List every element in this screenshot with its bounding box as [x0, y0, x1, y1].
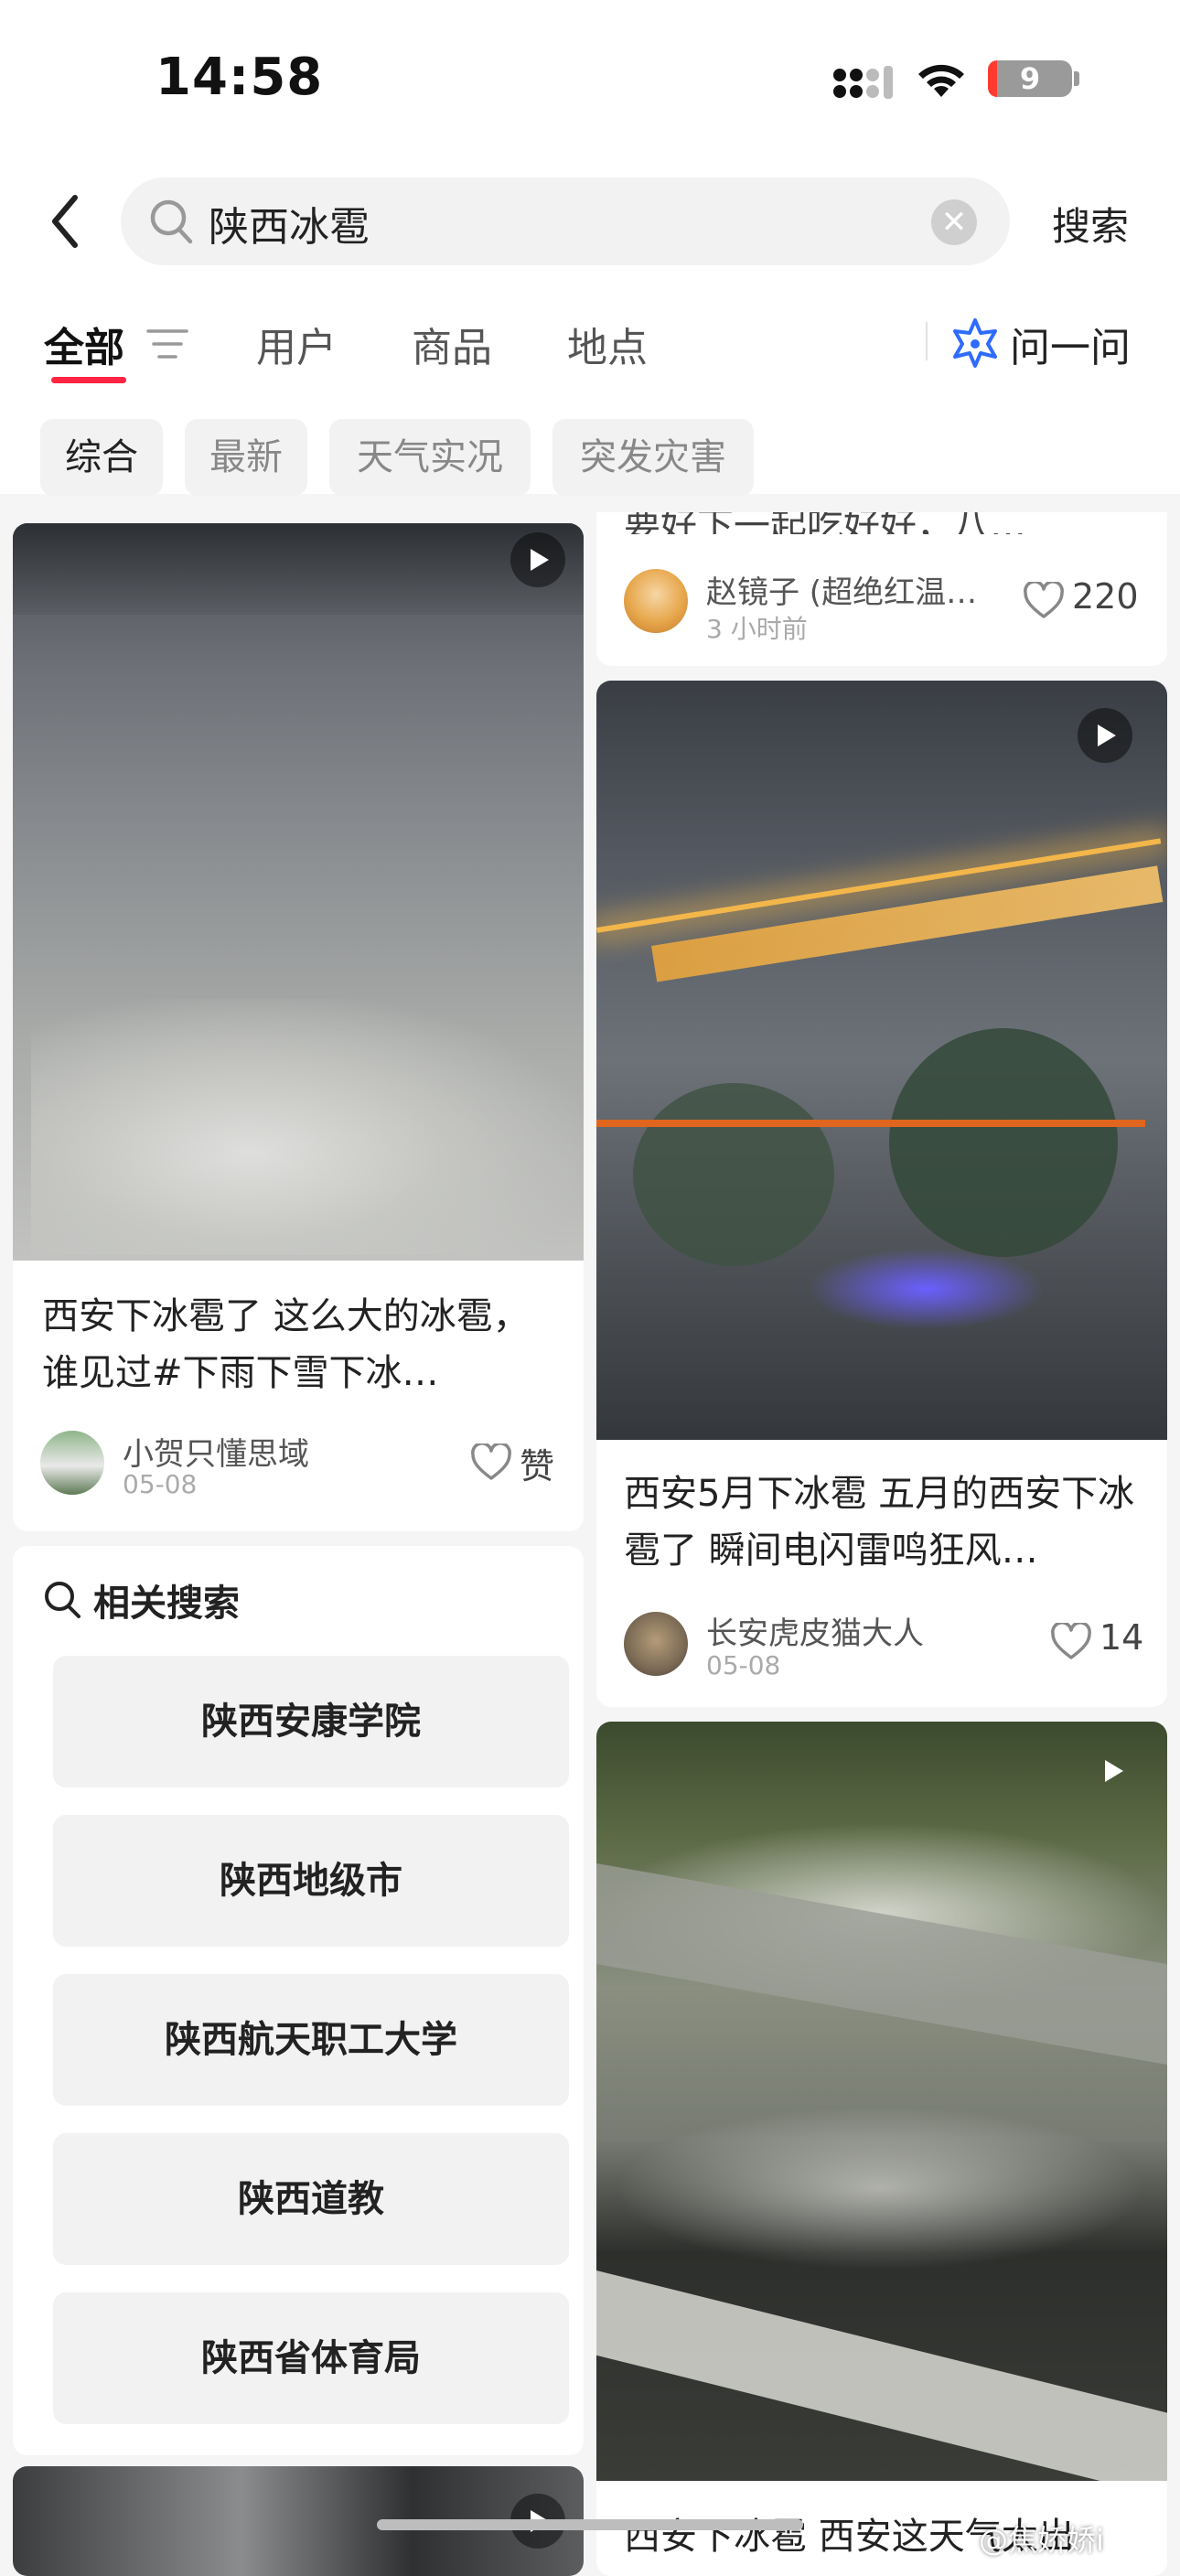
- cover-shade: [13, 523, 584, 615]
- related-search-heading: 相关搜索: [93, 1583, 240, 1625]
- note-title[interactable]: 西安下冰雹了 这么大的冰雹，谁见过#下雨下雪下冰…: [42, 1288, 554, 1401]
- ask-ai-icon[interactable]: [949, 317, 1001, 368]
- heart-icon[interactable]: [1023, 580, 1065, 620]
- related-search-card: 相关搜索 陕西安康学院 陕西地级市 陕西航天职工大学 陕西道教 陕西省体育局: [13, 1546, 584, 2455]
- clear-search-button[interactable]: ✕: [931, 199, 977, 245]
- author-name[interactable]: 小贺只懂思域: [123, 1429, 309, 1474]
- hail-scatter: [615, 2106, 1145, 2270]
- note-date: 3 小时前: [706, 614, 808, 644]
- like-count: 14: [1100, 1617, 1144, 1658]
- filter-chip-comprehensive[interactable]: 综合: [40, 419, 163, 496]
- filter-icon[interactable]: [146, 326, 188, 362]
- tree: [633, 1083, 834, 1266]
- tree: [889, 1028, 1118, 1257]
- author-avatar[interactable]: [40, 1431, 104, 1495]
- like-count: 220: [1072, 576, 1139, 617]
- search-icon: [146, 196, 196, 247]
- related-search-item[interactable]: 陕西安康学院: [53, 1656, 569, 1787]
- note-title-fragment[interactable]: 要好下一起吃好好，八…: [624, 512, 1136, 534]
- tab-all[interactable]: 全部: [44, 315, 124, 373]
- note-cover-video[interactable]: [13, 523, 584, 1261]
- cellular-signal-icon: [832, 64, 895, 101]
- close-icon: ✕: [940, 204, 968, 241]
- related-search-item[interactable]: 陕西航天职工大学: [53, 1974, 569, 2106]
- note-title[interactable]: 西安5月下冰雹 五月的西安下冰雹了 瞬间电闪雷鸣狂风…: [624, 1465, 1142, 1579]
- author-avatar[interactable]: [624, 1612, 688, 1676]
- tab-places[interactable]: 地点: [567, 315, 648, 373]
- search-submit-button[interactable]: 搜索: [1052, 196, 1129, 252]
- back-button[interactable]: [37, 183, 101, 256]
- note-card[interactable]: 西安5月下冰雹 五月的西安下冰雹了 瞬间电闪雷鸣狂风… 长安虎皮猫大人 05-0…: [596, 681, 1167, 1707]
- note-date: 05-08: [706, 1650, 781, 1680]
- note-date: 05-08: [123, 1469, 198, 1499]
- battery-icon: 9: [988, 60, 1072, 97]
- blue-glow: [807, 1248, 1045, 1330]
- filter-chip-disaster[interactable]: 突发灾害: [552, 419, 754, 496]
- home-indicator[interactable]: [377, 2519, 803, 2530]
- battery-level: 9: [1019, 61, 1041, 96]
- related-search-item[interactable]: 陕西省体育局: [53, 2292, 569, 2424]
- watermark: @焦娇娇i: [979, 2523, 1104, 2558]
- tab-active-indicator: [51, 377, 126, 383]
- battery-cap: [1074, 71, 1079, 86]
- filter-chip-weather[interactable]: 天气实况: [329, 419, 531, 496]
- status-time: 14:58: [156, 48, 324, 107]
- note-cover-video[interactable]: [596, 1722, 1167, 2481]
- search-icon: [42, 1579, 82, 1619]
- ask-ai-button[interactable]: 问一问: [1010, 315, 1131, 373]
- chevron-left-icon: [52, 195, 78, 248]
- search-query-text[interactable]: 陕西冰雹: [209, 194, 370, 252]
- divider: [926, 322, 928, 360]
- author-avatar[interactable]: [624, 569, 688, 633]
- video-play-icon: [1078, 708, 1132, 763]
- note-card[interactable]: 西安下冰雹了 这么大的冰雹，谁见过#下雨下雪下冰… 小贺只懂思域 05-08 赞: [13, 523, 584, 1531]
- wifi-icon: [915, 60, 968, 101]
- video-play-icon: [510, 532, 565, 587]
- heart-icon[interactable]: [1050, 1621, 1092, 1661]
- filter-chip-latest[interactable]: 最新: [185, 419, 307, 496]
- tab-products[interactable]: 商品: [412, 315, 492, 373]
- author-name[interactable]: 长安虎皮猫大人: [706, 1608, 924, 1653]
- note-cover-video[interactable]: [596, 681, 1167, 1440]
- note-card[interactable]: 要好下一起吃好好，八… 赵镜子 (超绝红温… 3 小时前 220: [596, 512, 1167, 666]
- heart-icon[interactable]: [470, 1442, 512, 1482]
- like-count: 赞: [520, 1446, 555, 1487]
- hail-ground: [31, 999, 580, 1255]
- related-search-item[interactable]: 陕西道教: [53, 2133, 569, 2265]
- note-card[interactable]: 西安下冰雹 西安这天气太出: [596, 1722, 1167, 2576]
- video-play-icon: [1085, 1744, 1129, 1787]
- barrier-rail: [596, 1120, 1145, 1127]
- related-search-item[interactable]: 陕西地级市: [53, 1815, 569, 1947]
- tab-users[interactable]: 用户: [256, 315, 337, 373]
- road-line: [596, 2270, 1167, 2481]
- author-name[interactable]: 赵镜子 (超绝红温…: [706, 567, 1008, 612]
